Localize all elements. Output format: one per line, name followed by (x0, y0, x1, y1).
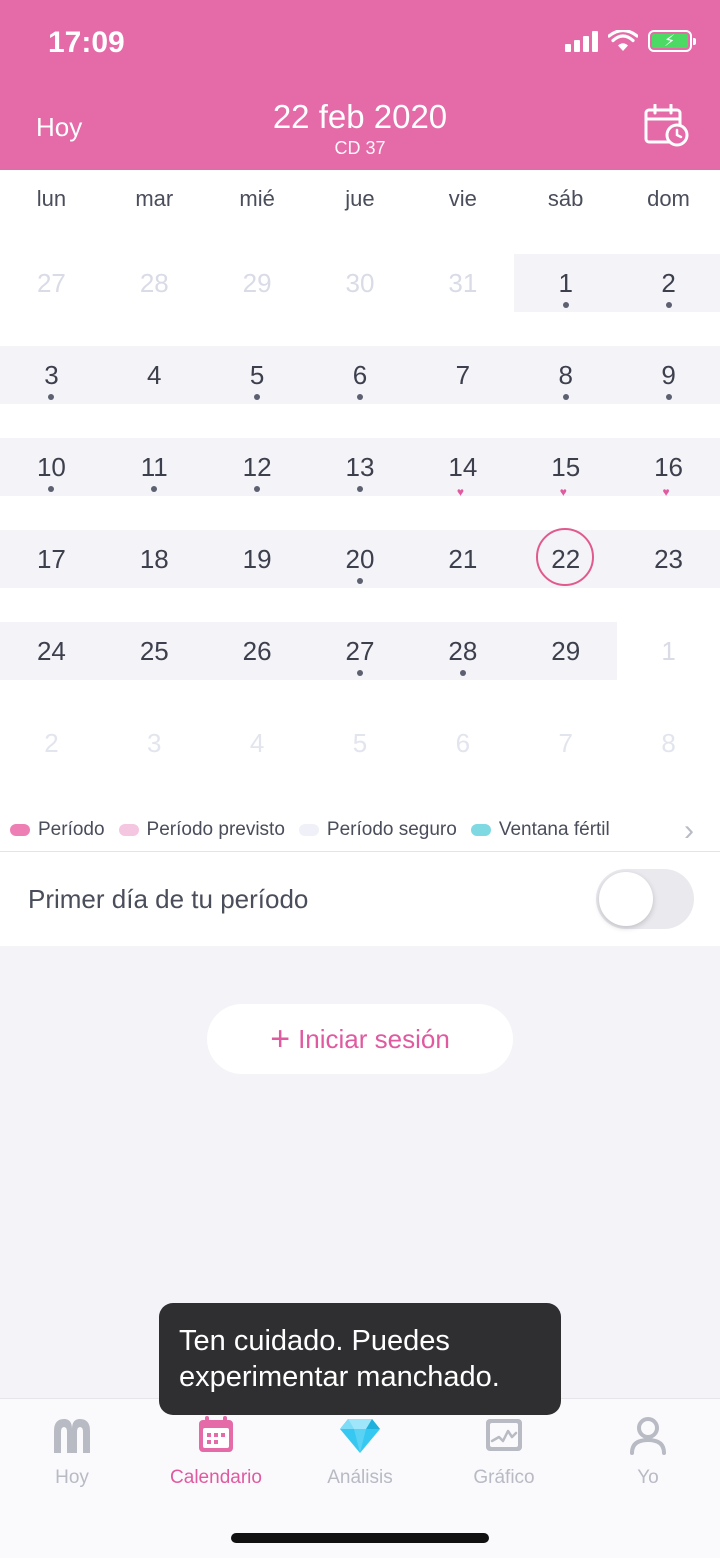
calendar-day[interactable]: 8 (514, 346, 617, 404)
legend-item: Período seguro (298, 819, 457, 841)
legend-swatch (298, 824, 319, 836)
calendar-day[interactable]: 29 (206, 254, 309, 312)
calendar: lun mar mié jue vie sáb dom 27 28 29 30 … (0, 170, 720, 852)
weekday-header: lun mar mié jue vie sáb dom (0, 170, 720, 228)
header: 17:09 ⚡ Hoy 22 feb 2020 CD 37 (0, 0, 720, 170)
calendar-day[interactable]: 27 (0, 254, 103, 312)
calendar-week: 10 11 12 13 14 ♥ 15 ♥ 16 ♥ (0, 438, 720, 499)
profile-icon (630, 1417, 666, 1455)
calendar-day[interactable]: 27 (309, 622, 412, 680)
calendar-day-selected[interactable]: 22 (514, 528, 617, 588)
home-arch-icon (54, 1419, 90, 1453)
calendar-day[interactable]: 23 (617, 530, 720, 588)
calendar-day[interactable]: 1 (514, 254, 617, 312)
calendar-day[interactable]: 1 (617, 622, 720, 680)
calendar-week: 27 28 29 30 31 1 2 (0, 254, 720, 312)
heart-icon: ♥ (559, 485, 567, 499)
calendar-day[interactable]: 17 (0, 530, 103, 588)
first-day-row: Primer día de tu período (0, 852, 720, 946)
wifi-icon (608, 30, 638, 51)
calendar-day[interactable]: 20 (309, 530, 412, 588)
plus-icon: + (270, 1020, 291, 1058)
signal-icon (565, 30, 598, 52)
calendar-clock-icon[interactable] (644, 104, 690, 148)
diamond-icon (340, 1419, 380, 1453)
weekday-label: jue (345, 186, 375, 211)
calendar-day[interactable]: 28 (411, 622, 514, 680)
calendar-day[interactable]: 10 (0, 438, 103, 496)
calendar-day[interactable]: 2 (0, 714, 103, 772)
status-icons: ⚡ (565, 30, 696, 52)
calendar-day[interactable]: 26 (206, 622, 309, 680)
calendar-day[interactable]: 16 ♥ (617, 438, 720, 499)
calendar-day[interactable]: 18 (103, 530, 206, 588)
weekday-label: mar (135, 186, 174, 211)
weekday-label: sáb (547, 186, 584, 211)
current-date: 22 feb 2020 (272, 98, 448, 135)
first-day-toggle[interactable] (596, 869, 694, 929)
calendar-day[interactable]: 31 (411, 254, 514, 312)
calendar-day[interactable]: 15 ♥ (514, 438, 617, 499)
home-indicator (231, 1533, 489, 1543)
calendar-day[interactable]: 24 (0, 622, 103, 680)
calendar-day[interactable]: 14 ♥ (411, 438, 514, 499)
tab-hoy[interactable]: Hoy (0, 1413, 144, 1489)
weekday-label: mié (239, 186, 275, 211)
heart-icon: ♥ (456, 485, 464, 499)
heart-icon: ♥ (662, 485, 670, 499)
weekday-label: dom (647, 186, 690, 211)
calendar-day[interactable]: 25 (103, 622, 206, 680)
calendar-day[interactable]: 7 (411, 346, 514, 404)
battery-icon: ⚡ (648, 30, 696, 52)
login-button[interactable]: + Iniciar sesión (207, 1004, 513, 1074)
calendar-day[interactable]: 12 (206, 438, 309, 496)
weekday-label: vie (448, 186, 477, 211)
calendar-day[interactable]: 3 (103, 714, 206, 772)
calendar-week: 2 3 4 5 6 7 8 (0, 714, 720, 772)
legend-swatch (10, 824, 30, 836)
chart-icon (486, 1419, 522, 1451)
legend-item: Período previsto (118, 819, 285, 841)
login-label: Iniciar sesión (298, 1023, 450, 1054)
calendar-day[interactable]: 30 (309, 254, 412, 312)
calendar-day[interactable]: 28 (103, 254, 206, 312)
calendar-day[interactable]: 21 (411, 530, 514, 588)
calendar-day[interactable]: 11 (103, 438, 206, 496)
legend-item: Ventana fértil (470, 819, 610, 841)
chevron-right-icon[interactable]: › (684, 814, 694, 848)
calendar-week: 24 25 26 27 28 29 1 (0, 622, 720, 680)
legend-swatch (118, 824, 139, 836)
legend: Período Período previsto Período seguro … (0, 810, 720, 850)
calendar-day[interactable]: 6 (411, 714, 514, 772)
calendar-day[interactable]: 29 (514, 622, 617, 680)
calendar-day[interactable]: 9 (617, 346, 720, 404)
tab-calendario[interactable]: Calendario (144, 1413, 288, 1489)
calendar-day[interactable]: 7 (514, 714, 617, 772)
calendar-day[interactable]: 4 (103, 346, 206, 404)
calendar-day[interactable]: 13 (309, 438, 412, 496)
calendar-week: 3 4 5 6 7 8 9 (0, 346, 720, 404)
calendar-day[interactable]: 8 (617, 714, 720, 772)
calendar-week: 17 18 19 20 21 22 23 (0, 528, 720, 588)
legend-swatch (470, 824, 491, 836)
calendar-icon (199, 1416, 233, 1452)
calendar-day[interactable]: 5 (309, 714, 412, 772)
calendar-day[interactable]: 3 (0, 346, 103, 404)
status-time: 17:09 (48, 26, 125, 59)
calendar-day[interactable]: 19 (206, 530, 309, 588)
tab-grafico[interactable]: Gráfico (432, 1413, 576, 1489)
calendar-day[interactable]: 6 (309, 346, 412, 404)
cycle-day: CD 37 (334, 138, 386, 158)
toast-message: Ten cuidado. Puedes experimentar manchad… (159, 1303, 561, 1415)
tab-yo[interactable]: Yo (576, 1413, 720, 1489)
legend-item: Período (10, 819, 105, 841)
first-day-label: Primer día de tu período (28, 884, 309, 914)
calendar-day[interactable]: 2 (617, 254, 720, 312)
tab-analisis[interactable]: Análisis (288, 1413, 432, 1489)
calendar-day[interactable]: 4 (206, 714, 309, 772)
calendar-day[interactable]: 5 (206, 346, 309, 404)
weekday-label: lun (36, 186, 67, 211)
